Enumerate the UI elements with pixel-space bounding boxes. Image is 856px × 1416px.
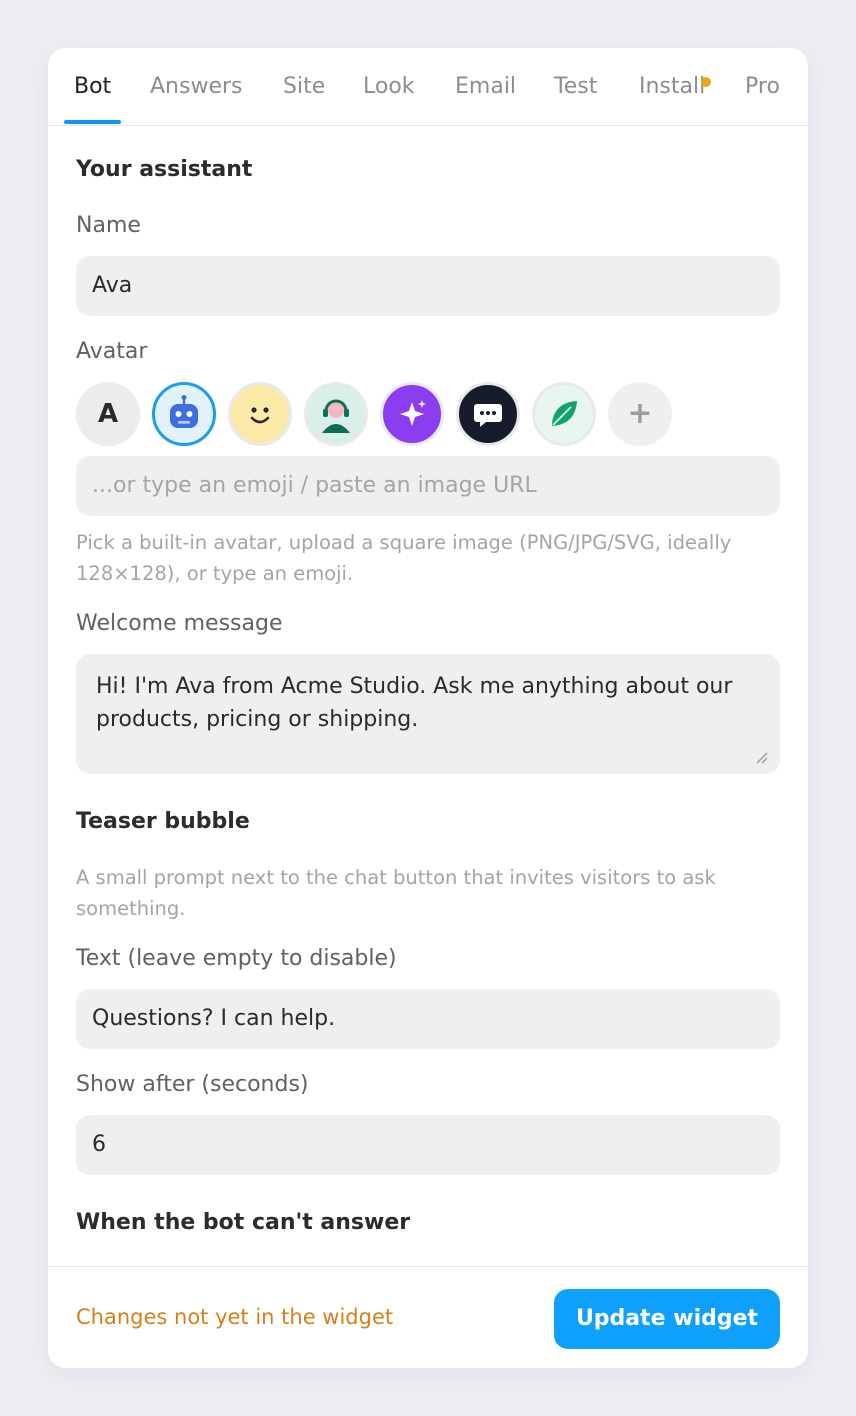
avatar-letter: A [97,399,119,429]
add-icon: + [627,396,653,431]
section-heading-assistant: Your assistant [76,157,253,182]
avatar-option-robot[interactable] [152,382,216,446]
tab-test[interactable]: Test [554,74,597,125]
welcome-message-textarea[interactable]: Hi! I'm Ava from Acme Studio. Ask me any… [76,654,780,774]
avatar-upload-button[interactable]: + [608,382,672,446]
avatar-custom-input[interactable]: ...or type an emoji / paste an image URL [76,456,780,516]
tab-email[interactable]: Email [455,74,516,125]
smiley-icon [250,407,270,424]
agent-icon [322,399,350,433]
avatar-option-smiley[interactable] [228,382,292,446]
chat-bubble-icon [474,404,502,427]
update-widget-button[interactable]: Update widget [554,1289,780,1349]
section-heading-fallback: When the bot can't answer [76,1210,411,1235]
avatar-option-leaf[interactable] [532,382,596,446]
tab-site[interactable]: Site [283,74,325,125]
tab-pro[interactable]: Pro [745,74,780,125]
teaser-delay-input[interactable]: 6 [76,1115,780,1175]
teaser-text-label: Text (leave empty to disable) [76,946,397,971]
section-heading-teaser: Teaser bubble [76,809,250,834]
welcome-message-label: Welcome message [76,611,283,636]
avatar-option-sparkle[interactable] [380,382,444,446]
avatar-help-text: Pick a built-in avatar, upload a square … [76,531,732,585]
tab-look[interactable]: Look [363,74,415,125]
unsaved-changes-status: Changes not yet in the widget [76,1305,394,1329]
teaser-text-input[interactable]: Questions? I can help. [76,989,780,1049]
teaser-delay-label: Show after (seconds) [76,1072,309,1097]
resize-handle-icon[interactable] [754,750,768,764]
avatar-option-agent[interactable] [304,382,368,446]
avatar-option-letter[interactable]: A [76,382,140,446]
avatar-label: Avatar [76,339,148,364]
widget-settings-card: Bot Answers Site Look Email Test Install… [48,48,808,1368]
install-notification-dot [701,77,711,87]
footer-bar: Changes not yet in the widget Update wid… [48,1266,808,1368]
welcome-message-value: Hi! I'm Ava from Acme Studio. Ask me any… [96,674,733,732]
avatar-option-chat[interactable] [456,382,520,446]
tab-bot[interactable]: Bot [74,74,111,125]
leaf-icon [552,401,577,426]
tab-answers[interactable]: Answers [150,74,243,125]
teaser-help-text: A small prompt next to the chat button t… [76,866,716,920]
name-label: Name [76,213,141,238]
tab-install[interactable]: Install [639,74,705,125]
active-tab-indicator [64,120,121,124]
name-input[interactable]: Ava [76,256,780,316]
tab-bar: Bot Answers Site Look Email Test Install… [48,48,808,126]
sparkle-icon [400,400,426,426]
robot-icon [170,395,198,428]
